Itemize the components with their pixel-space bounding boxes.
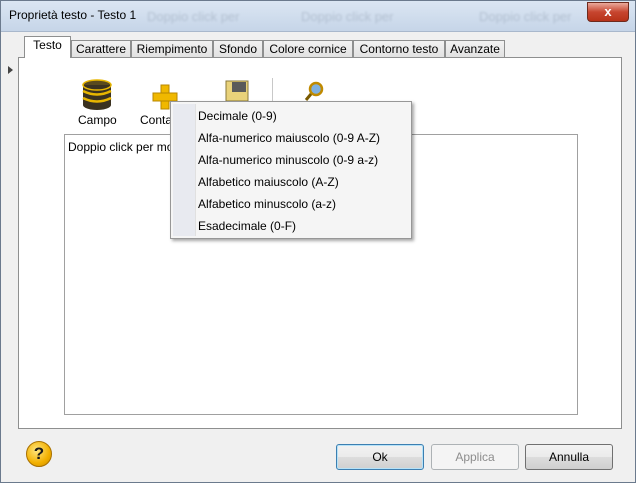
tab-contorno-testo[interactable]: Contorno testo (353, 40, 445, 58)
campo-button[interactable] (80, 78, 114, 112)
tab-carattere[interactable]: Carattere (71, 40, 131, 58)
background-ghost-text: Doppio click per (479, 9, 572, 24)
counter-format-menu: Decimale (0-9) Alfa-numerico maiuscolo (… (170, 101, 412, 239)
background-ghost-text: Doppio click per (301, 9, 394, 24)
magnifier-icon (304, 81, 324, 101)
help-icon[interactable]: ? (26, 441, 52, 467)
tab-sfondo[interactable]: Sfondo (213, 40, 263, 58)
title-bar[interactable]: Doppio click per Doppio click per Doppio… (1, 1, 635, 32)
tab-riempimento[interactable]: Riempimento (131, 40, 213, 58)
expand-arrow-icon[interactable] (8, 66, 13, 74)
menu-item-alfanumerico-minuscolo[interactable]: Alfa-numerico minuscolo (0-9 a-z) (198, 149, 378, 171)
menu-gutter (173, 104, 196, 236)
close-button[interactable]: x (587, 2, 629, 22)
window-title: Proprietà testo - Testo 1 (9, 8, 137, 22)
contatore-label: Conta (140, 113, 173, 127)
background-ghost-text: Doppio click per (147, 9, 240, 24)
menu-item-decimale[interactable]: Decimale (0-9) (198, 105, 277, 127)
text-content: Doppio click per mo (68, 140, 174, 154)
menu-item-alfabetico-minuscolo[interactable]: Alfabetico minuscolo (a-z) (198, 193, 336, 215)
database-icon (82, 79, 112, 110)
menu-item-esadecimale[interactable]: Esadecimale (0-F) (198, 215, 296, 237)
campo-label: Campo (78, 113, 117, 127)
applica-button: Applica (431, 444, 519, 470)
menu-item-alfanumerico-maiuscolo[interactable]: Alfa-numerico maiuscolo (0-9 A-Z) (198, 127, 380, 149)
ok-button[interactable]: Ok (336, 444, 424, 470)
image-icon (225, 80, 249, 102)
tab-colore-cornice[interactable]: Colore cornice (263, 40, 353, 58)
search-button[interactable] (304, 80, 326, 102)
menu-item-alfabetico-maiuscolo[interactable]: Alfabetico maiuscolo (A-Z) (198, 171, 339, 193)
tab-avanzate[interactable]: Avanzate (445, 40, 505, 58)
annulla-button[interactable]: Annulla (525, 444, 613, 470)
image-button[interactable] (224, 79, 250, 102)
close-icon: x (604, 4, 612, 19)
tab-testo[interactable]: Testo (24, 36, 71, 58)
